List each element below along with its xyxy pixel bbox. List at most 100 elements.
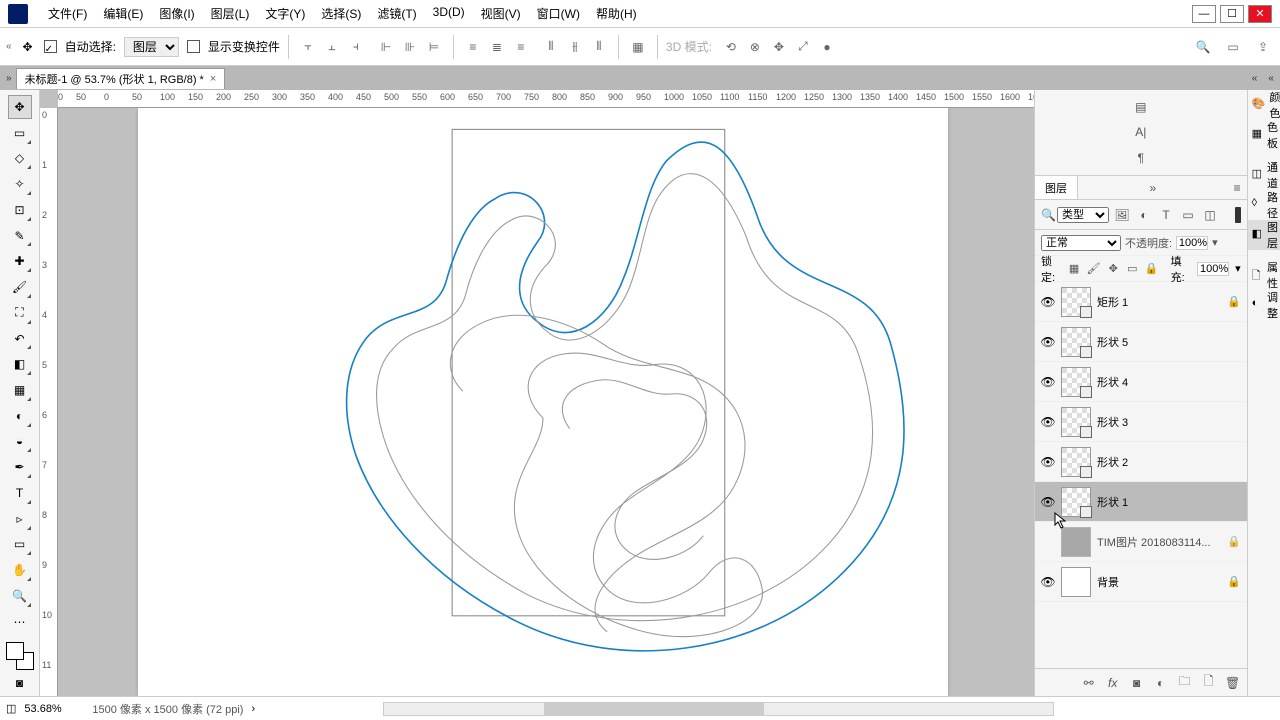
- panel-menu-icon[interactable]: ≡: [1234, 181, 1241, 195]
- expand-panel-icon[interactable]: « «: [1252, 73, 1274, 84]
- filter-pixel-icon[interactable]: 🖼: [1113, 206, 1131, 224]
- share-icon[interactable]: ⇪: [1252, 36, 1274, 58]
- visibility-toggle[interactable]: 👁: [1041, 415, 1055, 429]
- document-tab[interactable]: 未标题-1 @ 53.7% (形状 1, RGB/8) * ×: [16, 68, 226, 89]
- layer-thumbnail[interactable]: [1061, 567, 1091, 597]
- healing-tool[interactable]: ✚: [8, 249, 32, 273]
- mask-icon[interactable]: ◙: [1129, 675, 1145, 691]
- dist-left-icon[interactable]: ⫴: [540, 36, 562, 58]
- hand-tool[interactable]: ✋: [8, 558, 32, 582]
- layer-name[interactable]: 形状 5: [1097, 334, 1241, 350]
- eraser-tool[interactable]: ◧: [8, 352, 32, 376]
- trash-icon[interactable]: 🗑: [1225, 675, 1241, 691]
- menu-滤镜t[interactable]: 滤镜(T): [369, 5, 424, 22]
- zoom-tool[interactable]: 🔍: [8, 584, 32, 608]
- layer-thumbnail[interactable]: [1061, 487, 1091, 517]
- eyedropper-tool[interactable]: ✎: [8, 224, 32, 248]
- path-select-tool[interactable]: ▹: [8, 507, 32, 531]
- dist-bottom-icon[interactable]: ≡: [510, 36, 532, 58]
- menu-3dd[interactable]: 3D(D): [425, 5, 473, 22]
- layer-item-4[interactable]: 👁形状 2: [1035, 442, 1247, 482]
- layer-thumbnail[interactable]: [1061, 407, 1091, 437]
- layer-item-1[interactable]: 👁形状 5: [1035, 322, 1247, 362]
- show-transform-checkbox[interactable]: [187, 40, 200, 53]
- close-tab-icon[interactable]: ×: [210, 73, 216, 85]
- dodge-tool[interactable]: ◒: [8, 430, 32, 454]
- filter-type-select[interactable]: 类型: [1057, 207, 1109, 223]
- doc-info-arrow-icon[interactable]: ›: [251, 703, 255, 715]
- quickmask-tool[interactable]: ◙: [8, 671, 32, 695]
- para-panel-icon[interactable]: ¶: [1131, 148, 1151, 168]
- visibility-toggle[interactable]: 👁: [1041, 495, 1055, 509]
- canvas-viewport[interactable]: [58, 108, 1034, 696]
- visibility-toggle[interactable]: 👁: [1041, 375, 1055, 389]
- menu-视图v[interactable]: 视图(V): [473, 5, 529, 22]
- align-hcenter-icon[interactable]: ⊪: [399, 36, 421, 58]
- crop-tool[interactable]: ⊡: [8, 198, 32, 222]
- color-swatches[interactable]: [6, 642, 34, 670]
- fg-color[interactable]: [6, 642, 24, 660]
- stamp-tool[interactable]: ⛶: [8, 301, 32, 325]
- layer-item-0[interactable]: 👁矩形 1🔒: [1035, 282, 1247, 322]
- layer-item-2[interactable]: 👁 形状 4: [1035, 362, 1247, 402]
- menu-编辑e[interactable]: 编辑(E): [95, 5, 151, 22]
- fill-input[interactable]: [1197, 262, 1229, 276]
- move-tool[interactable]: ✥: [8, 95, 32, 119]
- menu-窗口w[interactable]: 窗口(W): [529, 5, 588, 22]
- dist-hcenter-icon[interactable]: ⫵: [564, 36, 586, 58]
- lock-artboard-icon[interactable]: ▭: [1126, 261, 1139, 277]
- layer-item-7[interactable]: 👁背景🔒: [1035, 562, 1247, 602]
- artboard[interactable]: [138, 108, 948, 696]
- align-right-icon[interactable]: ⊨: [423, 36, 445, 58]
- layers-tab[interactable]: 图层: [1035, 176, 1078, 199]
- filter-adjust-icon[interactable]: ◐: [1135, 206, 1153, 224]
- filter-type-icon[interactable]: T: [1157, 206, 1175, 224]
- layer-name[interactable]: TIM图片 2018083114...: [1097, 534, 1221, 550]
- lock-pixel-icon[interactable]: 🖌: [1087, 261, 1101, 277]
- new-layer-icon[interactable]: 🗋: [1201, 675, 1217, 691]
- layer-thumbnail[interactable]: [1061, 447, 1091, 477]
- edit-toolbar[interactable]: ⋯: [8, 610, 32, 634]
- layer-name[interactable]: 矩形 1: [1097, 294, 1221, 310]
- layer-name[interactable]: 形状 1: [1097, 494, 1241, 510]
- blend-mode-select[interactable]: 正常: [1041, 235, 1121, 251]
- dist-top-icon[interactable]: ≡: [462, 36, 484, 58]
- char-panel-icon[interactable]: A|: [1131, 122, 1151, 142]
- filter-toggle[interactable]: [1235, 207, 1241, 223]
- layer-panel-tab[interactable]: ◧图层: [1248, 220, 1280, 250]
- layer-thumbnail[interactable]: [1061, 327, 1091, 357]
- align-bottom-icon[interactable]: ⫞: [345, 36, 367, 58]
- visibility-toggle[interactable]: 👁: [1041, 295, 1055, 309]
- h-scrollbar[interactable]: [383, 702, 1054, 716]
- channel-panel-tab[interactable]: ◫通道: [1248, 160, 1280, 190]
- layer-name[interactable]: 形状 4: [1097, 374, 1241, 390]
- adjust-panel-tab[interactable]: ◐调整: [1248, 290, 1280, 320]
- lock-position-icon[interactable]: ✥: [1107, 261, 1120, 277]
- auto-select-target[interactable]: 图层: [124, 37, 179, 57]
- layer-thumbnail[interactable]: [1061, 287, 1091, 317]
- gradient-tool[interactable]: ▦: [8, 378, 32, 402]
- brush-tool[interactable]: 🖌: [8, 275, 32, 299]
- minimize-button[interactable]: —: [1192, 5, 1216, 23]
- visibility-toggle[interactable]: 👁: [1041, 575, 1055, 589]
- pen-tool[interactable]: ✒: [8, 455, 32, 479]
- lasso-tool[interactable]: ◇: [8, 147, 32, 171]
- lock-transparent-icon[interactable]: ▦: [1068, 261, 1081, 277]
- path-panel-tab[interactable]: ◊路径: [1248, 190, 1280, 220]
- align-vcenter-icon[interactable]: ⫠: [321, 36, 343, 58]
- menu-文字y[interactable]: 文字(Y): [257, 5, 313, 22]
- layer-name[interactable]: 形状 3: [1097, 414, 1241, 430]
- auto-align-icon[interactable]: ▦: [627, 36, 649, 58]
- visibility-toggle[interactable]: 👁: [1041, 455, 1055, 469]
- swatch-panel-tab[interactable]: ▦色板: [1248, 120, 1280, 150]
- menu-文件f[interactable]: 文件(F): [40, 5, 95, 22]
- layer-item-3[interactable]: 👁 形状 3: [1035, 402, 1247, 442]
- blur-tool[interactable]: ◐: [8, 404, 32, 428]
- layer-item-6[interactable]: TIM图片 2018083114...🔒: [1035, 522, 1247, 562]
- menu-选择s[interactable]: 选择(S): [313, 5, 369, 22]
- marquee-tool[interactable]: ▭: [8, 121, 32, 145]
- adjustment-icon[interactable]: ◐: [1153, 675, 1169, 691]
- screen-mode-icon[interactable]: ◫: [6, 702, 16, 715]
- link-layers-icon[interactable]: ⚯: [1081, 675, 1097, 691]
- maximize-button[interactable]: ☐: [1220, 5, 1244, 23]
